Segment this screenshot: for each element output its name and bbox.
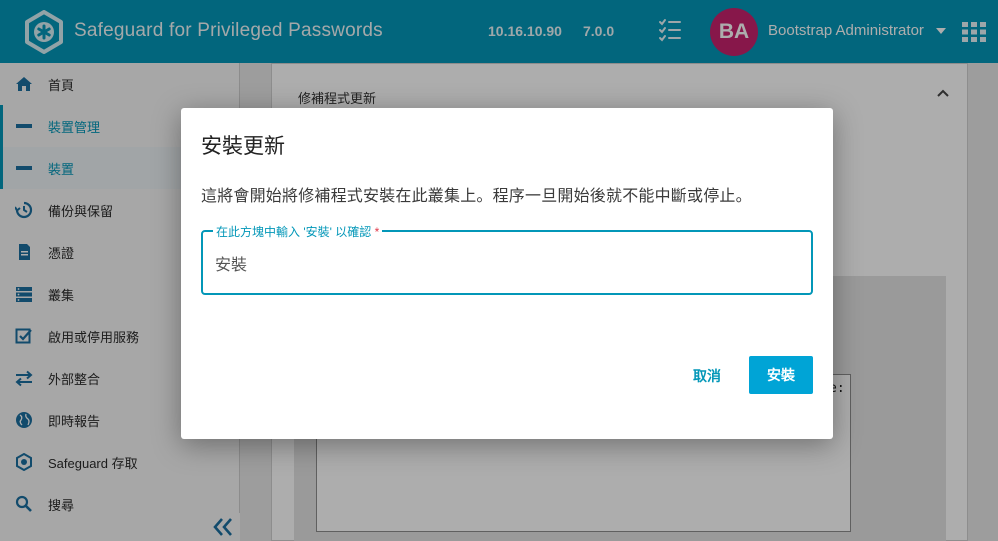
- confirm-field-label: 在此方塊中輸入 '安裝' 以確認 *: [213, 223, 383, 240]
- dialog-message: 這將會開始將修補程式安裝在此叢集上。程序一旦開始後就不能中斷或停止。: [201, 188, 752, 205]
- install-update-dialog: 安裝更新 這將會開始將修補程式安裝在此叢集上。程序一旦開始後就不能中斷或停止。 …: [181, 108, 833, 439]
- confirm-field: 在此方塊中輸入 '安裝' 以確認 *: [201, 223, 813, 295]
- confirm-field-label-text: 在此方塊中輸入 '安裝' 以確認: [216, 225, 372, 239]
- required-mark: *: [374, 225, 380, 239]
- cancel-button[interactable]: 取消: [673, 358, 741, 394]
- dialog-title: 安裝更新: [201, 135, 285, 158]
- confirm-input[interactable]: [215, 250, 795, 276]
- install-button[interactable]: 安裝: [749, 356, 813, 394]
